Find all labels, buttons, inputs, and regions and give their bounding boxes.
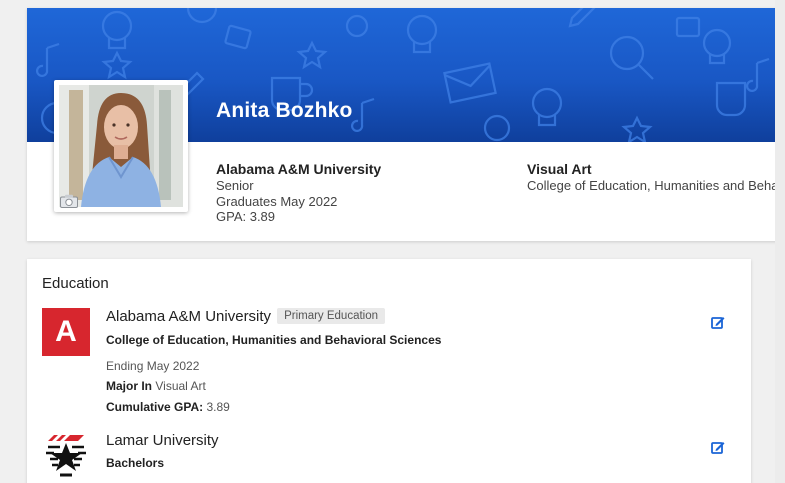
lamar-degree: Bachelors <box>106 456 165 470</box>
camera-icon[interactable] <box>60 194 78 208</box>
gpa-text: GPA: 3.89 <box>216 209 276 224</box>
education-card: Education A Alabama A&M University Primar… <box>27 259 751 483</box>
graduation-date: Graduates May 2022 <box>216 193 338 209</box>
school-name-lamar: Lamar University <box>106 432 219 449</box>
lamar-logo <box>42 431 90 479</box>
major-label: Major In <box>106 379 153 393</box>
education-title: Education <box>42 275 109 292</box>
student-name: Anita Bozhko <box>216 99 353 122</box>
primary-education-badge: Primary Education <box>277 308 386 324</box>
aamu-logo-letter: A <box>55 315 77 348</box>
major-info: Visual Art College of Education, Humanit… <box>527 161 785 194</box>
school-name-text: Alabama A&M University <box>106 308 272 325</box>
major-name: Visual Art <box>527 161 592 177</box>
aamu-ending: Ending May 2022 <box>106 359 200 373</box>
profile-card: Anita Bozhko Alabama A&M University Seni… <box>27 8 785 241</box>
class-level: Senior <box>216 178 254 193</box>
college-name: College of Education, Humanities and Beh… <box>527 178 785 193</box>
gpa-label: Cumulative GPA: <box>106 400 204 414</box>
university-info: Alabama A&M University Senior Graduates … <box>216 161 381 225</box>
aamu-logo: A <box>42 308 90 356</box>
gpa-value: 3.89 <box>206 400 230 414</box>
page: Anita Bozhko Alabama A&M University Seni… <box>0 0 785 483</box>
profile-photo-frame[interactable] <box>54 80 188 212</box>
edit-icon[interactable] <box>711 315 725 329</box>
major-value: Visual Art <box>155 379 206 393</box>
profile-photo <box>59 85 183 207</box>
aamu-college: College of Education, Humanities and Beh… <box>106 333 442 347</box>
school-name-aamu: Alabama A&M University Primary Education <box>106 308 386 325</box>
edit-icon[interactable] <box>711 440 725 454</box>
aamu-major: Major In Visual Art <box>106 379 206 393</box>
university-name: Alabama A&M University <box>216 161 382 177</box>
scrollbar-gutter[interactable] <box>775 0 785 483</box>
aamu-gpa: Cumulative GPA: 3.89 <box>106 400 230 414</box>
